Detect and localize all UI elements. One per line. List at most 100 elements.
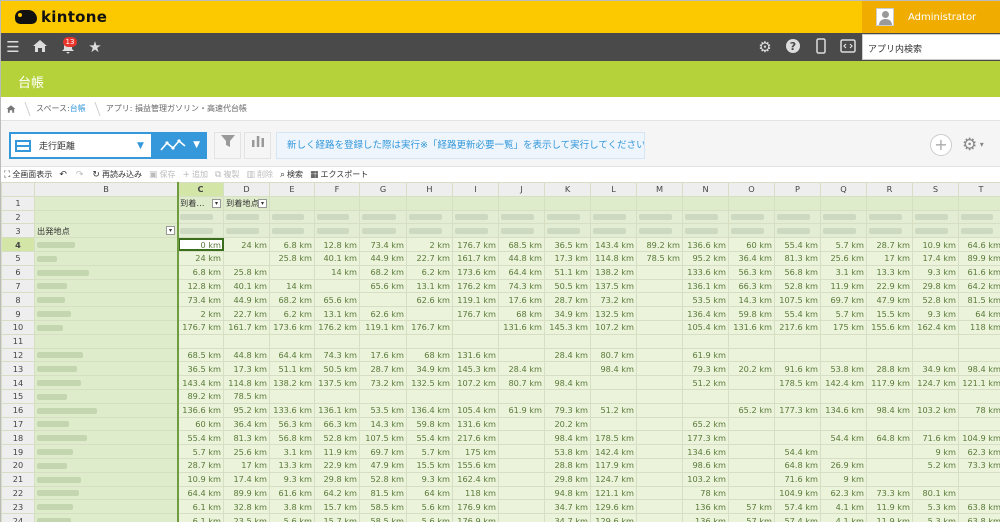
filter-button[interactable]	[214, 132, 241, 159]
cell-G20[interactable]: 47.9 km	[359, 457, 407, 473]
row-header-21[interactable]: 21	[1, 471, 35, 487]
cell-L17[interactable]	[590, 416, 637, 432]
cell-P5[interactable]: 81.3 km	[774, 250, 821, 266]
cell-D23[interactable]: 32.8 km	[223, 499, 270, 515]
cell-E15[interactable]	[269, 388, 315, 404]
cell-I16[interactable]: 105.4 km	[452, 402, 499, 418]
table-row[interactable]: 11	[1, 333, 1000, 349]
cell-N22[interactable]: 78 km	[682, 485, 729, 501]
cell-F21[interactable]: 29.8 km	[314, 471, 360, 487]
cell-I7[interactable]: 176.2 km	[452, 278, 499, 294]
cell-R14[interactable]: 117.9 km	[866, 375, 913, 390]
cell-P4[interactable]: 55.4 km	[774, 237, 821, 252]
cell-R15[interactable]	[866, 388, 913, 404]
cell-G17[interactable]: 14.3 km	[359, 416, 407, 432]
cell-Q19[interactable]	[820, 444, 867, 459]
cell-B3[interactable]: 出発地点 ▾	[34, 223, 178, 239]
cell-O20[interactable]	[728, 457, 775, 473]
cell-F4[interactable]: 12.8 km	[314, 237, 360, 252]
cell-P1[interactable]	[774, 195, 821, 211]
cell-K21[interactable]: 29.8 km	[544, 471, 591, 487]
cell-E19[interactable]: 3.1 km	[269, 444, 315, 459]
cell-G9[interactable]: 62.6 km	[359, 306, 407, 321]
cell-K5[interactable]: 17.3 km	[544, 250, 591, 266]
cell-S16[interactable]: 103.2 km	[912, 402, 959, 418]
cell-R8[interactable]: 47.9 km	[866, 292, 913, 308]
row-header-10[interactable]: 10	[1, 319, 35, 335]
help-icon[interactable]: ?	[784, 38, 802, 56]
cell-C5[interactable]: 24 km	[177, 250, 224, 266]
cell-O19[interactable]	[728, 444, 775, 459]
cell-M14[interactable]	[636, 375, 683, 390]
cell-T23[interactable]: 63.8 km	[958, 499, 1000, 515]
cell-C1[interactable]: 到着… ▾	[177, 195, 224, 211]
cell-S11[interactable]	[912, 333, 959, 349]
cell-Q9[interactable]: 5.7 km	[820, 306, 867, 321]
cell-Q14[interactable]: 142.4 km	[820, 375, 867, 390]
cell-B17[interactable]	[34, 416, 178, 432]
cell-Q5[interactable]: 25.6 km	[820, 250, 867, 266]
cell-O12[interactable]	[728, 347, 775, 363]
cell-B11[interactable]	[34, 333, 178, 349]
cell-I10[interactable]	[452, 319, 499, 335]
cell-C21[interactable]: 10.9 km	[177, 471, 224, 487]
cell-E18[interactable]: 56.8 km	[269, 430, 315, 446]
row-header-16[interactable]: 16	[1, 402, 35, 418]
cell-T15[interactable]	[958, 388, 1000, 404]
cell-H19[interactable]: 5.7 km	[406, 444, 453, 459]
cell-I12[interactable]: 131.6 km	[452, 347, 499, 363]
cell-I22[interactable]: 118 km	[452, 485, 499, 501]
cell-R10[interactable]: 155.6 km	[866, 319, 913, 335]
cell-H4[interactable]: 2 km	[406, 237, 453, 252]
sheet-tool-4[interactable]: ▣ 保存	[149, 169, 176, 180]
cell-F17[interactable]: 66.3 km	[314, 416, 360, 432]
app-search-input[interactable]: アプリ内検索	[862, 34, 1000, 60]
cell-L9[interactable]: 132.5 km	[590, 306, 637, 321]
cell-L14[interactable]	[590, 375, 637, 390]
cell-N10[interactable]: 105.4 km	[682, 319, 729, 335]
cell-H5[interactable]: 22.7 km	[406, 250, 453, 266]
cell-Q12[interactable]	[820, 347, 867, 363]
cell-L10[interactable]: 107.2 km	[590, 319, 637, 335]
table-row[interactable]: 18 55.4 km 81.3 km 56.8 km 52.8 km 107.5 km 55…	[1, 430, 1000, 446]
cell-O21[interactable]	[728, 471, 775, 487]
column-header-E[interactable]: E	[269, 182, 315, 197]
cell-E22[interactable]: 61.6 km	[269, 485, 315, 501]
cell-R5[interactable]: 17 km	[866, 250, 913, 266]
cell-G19[interactable]: 69.7 km	[359, 444, 407, 459]
cell-M1[interactable]	[636, 195, 683, 211]
cell-G2[interactable]	[359, 209, 407, 225]
cell-Q10[interactable]: 175 km	[820, 319, 867, 335]
cell-G16[interactable]: 53.5 km	[359, 402, 407, 418]
cell-T1[interactable]	[958, 195, 1000, 211]
cell-F14[interactable]: 137.5 km	[314, 375, 360, 390]
cell-F3[interactable]	[314, 223, 360, 239]
cell-O5[interactable]: 36.4 km	[728, 250, 775, 266]
cell-D8[interactable]: 44.9 km	[223, 292, 270, 308]
cell-Q7[interactable]: 11.9 km	[820, 278, 867, 294]
cell-P14[interactable]: 178.5 km	[774, 375, 821, 390]
cell-J8[interactable]: 17.6 km	[498, 292, 545, 308]
cell-G13[interactable]: 28.7 km	[359, 361, 407, 377]
cell-C20[interactable]: 28.7 km	[177, 457, 224, 473]
cell-Q8[interactable]: 69.7 km	[820, 292, 867, 308]
cell-M4[interactable]: 89.2 km	[636, 237, 683, 252]
column-header-C[interactable]: C	[177, 182, 224, 197]
cell-F9[interactable]: 13.1 km	[314, 306, 360, 321]
cell-R13[interactable]: 28.8 km	[866, 361, 913, 377]
cell-J23[interactable]	[498, 499, 545, 515]
cell-L11[interactable]	[590, 333, 637, 349]
cell-D5[interactable]	[223, 250, 270, 266]
cell-G10[interactable]: 119.1 km	[359, 319, 407, 335]
cell-D20[interactable]: 17 km	[223, 457, 270, 473]
cell-T21[interactable]	[958, 471, 1000, 487]
cell-C23[interactable]: 6.1 km	[177, 499, 224, 515]
cell-C14[interactable]: 143.4 km	[177, 375, 224, 390]
sheet-tool-6[interactable]: ⧉ 複製	[215, 169, 239, 180]
cell-M24[interactable]	[636, 513, 683, 522]
cell-N13[interactable]: 79.3 km	[682, 361, 729, 377]
cell-N14[interactable]: 51.2 km	[682, 375, 729, 390]
cell-P21[interactable]: 71.6 km	[774, 471, 821, 487]
column-header-B[interactable]: B	[34, 182, 178, 197]
cell-H11[interactable]	[406, 333, 453, 349]
